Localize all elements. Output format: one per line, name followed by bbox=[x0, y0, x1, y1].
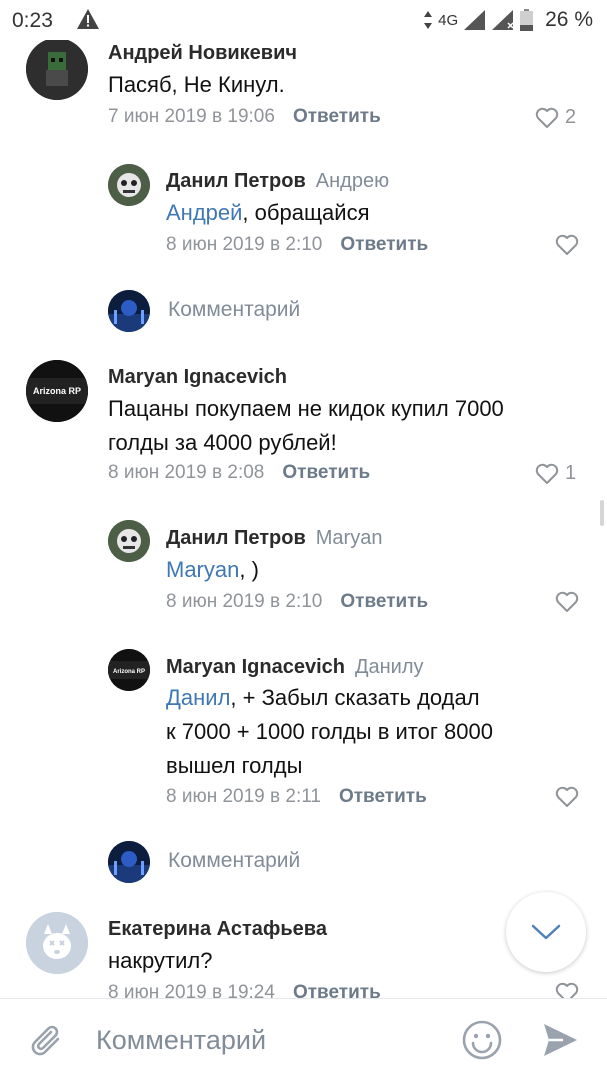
send-icon[interactable] bbox=[541, 1021, 579, 1064]
author-name[interactable]: Данил Петров bbox=[166, 170, 306, 192]
signal-icon bbox=[464, 10, 486, 30]
like-button[interactable]: 2 bbox=[535, 106, 576, 129]
chevron-down-icon bbox=[531, 924, 561, 940]
comment-text: Maryan, ) bbox=[166, 557, 259, 582]
scrollbar[interactable] bbox=[600, 500, 604, 526]
like-button[interactable] bbox=[555, 786, 579, 808]
comment-composer: Комментарий bbox=[0, 998, 607, 1081]
like-button[interactable] bbox=[555, 234, 579, 256]
emoji-icon[interactable] bbox=[461, 1019, 503, 1066]
comments-list[interactable]: Андрей Новикевич Пасяб, Не Кинул. 7 июн … bbox=[0, 40, 607, 998]
comment-meta: 8 июн 2019 в 2:10 Ответить bbox=[166, 591, 428, 613]
reply-to-label: Данилу bbox=[354, 656, 424, 678]
add-comment-link[interactable]: Комментарий bbox=[168, 298, 300, 322]
reply-button[interactable]: Ответить bbox=[340, 234, 428, 255]
data-arrows-icon bbox=[424, 11, 433, 29]
comment-meta: 8 июн 2019 в 2:08 Ответить bbox=[108, 462, 370, 484]
reply-button[interactable]: Ответить bbox=[293, 106, 381, 127]
reply-to-label: Андрею bbox=[315, 170, 390, 192]
comment-author[interactable]: Андрей Новикевич bbox=[108, 42, 297, 65]
battery-icon bbox=[520, 9, 534, 31]
comment-date: 8 июн 2019 в 2:10 bbox=[166, 234, 323, 255]
mention-link[interactable]: Maryan bbox=[166, 557, 239, 582]
comment-text: накрутил? bbox=[108, 948, 213, 973]
reply-button[interactable]: Ответить bbox=[293, 982, 381, 998]
avatar[interactable] bbox=[26, 40, 88, 100]
comment-meta: 8 июн 2019 в 19:24 Ответить bbox=[108, 982, 381, 998]
avatar[interactable] bbox=[108, 164, 150, 206]
network-type: 4G bbox=[438, 11, 459, 29]
like-count: 1 bbox=[565, 462, 577, 484]
heart-icon bbox=[535, 107, 559, 128]
comment-meta: 8 июн 2019 в 2:11 Ответить bbox=[166, 786, 427, 808]
svg-text:Arizona RP: Arizona RP bbox=[33, 386, 81, 396]
my-avatar bbox=[108, 841, 150, 883]
heart-icon bbox=[555, 591, 579, 612]
reply-button[interactable]: Ответить bbox=[339, 786, 427, 807]
attach-icon[interactable] bbox=[28, 1021, 66, 1066]
comment-date: 7 июн 2019 в 19:06 bbox=[108, 106, 275, 127]
scroll-down-button[interactable] bbox=[506, 892, 586, 972]
like-button[interactable]: 1 bbox=[535, 462, 576, 485]
comment-author[interactable]: Данил Петров Андрею bbox=[166, 170, 389, 193]
reply-button[interactable]: Ответить bbox=[282, 462, 370, 483]
heart-icon bbox=[535, 463, 559, 484]
my-avatar bbox=[108, 290, 150, 332]
avatar[interactable]: Arizona RP bbox=[26, 360, 88, 422]
like-count: 2 bbox=[565, 106, 577, 128]
comment-text: Данил, + Забыл сказать додал к 7000 + 10… bbox=[166, 685, 493, 778]
status-icons: 4G 26 % bbox=[424, 8, 593, 32]
signal-icon-2 bbox=[492, 10, 514, 30]
comment-author[interactable]: Maryan Ignacevich bbox=[108, 366, 287, 389]
comment-text: Андрей, обращайся bbox=[166, 200, 370, 225]
comment-author[interactable]: Maryan Ignacevich Данилу bbox=[166, 656, 424, 679]
comment-author[interactable]: Екатерина Астафьева bbox=[108, 918, 327, 941]
comment-date: 8 июн 2019 в 19:24 bbox=[108, 982, 275, 998]
warning-icon bbox=[76, 8, 100, 36]
mention-link[interactable]: Андрей bbox=[166, 200, 242, 225]
heart-icon bbox=[555, 234, 579, 255]
heart-icon bbox=[555, 982, 579, 998]
comment-meta: 7 июн 2019 в 19:06 Ответить bbox=[108, 106, 381, 128]
heart-icon bbox=[555, 786, 579, 807]
comment-date: 8 июн 2019 в 2:10 bbox=[166, 591, 323, 612]
avatar[interactable]: Arizona RP bbox=[108, 649, 150, 691]
comment-input[interactable]: Комментарий bbox=[96, 1025, 266, 1056]
comment-date: 8 июн 2019 в 2:11 bbox=[166, 786, 321, 807]
mention-link[interactable]: Данил bbox=[166, 685, 230, 710]
like-button[interactable] bbox=[555, 591, 579, 613]
status-time: 0:23 bbox=[12, 9, 53, 32]
comment-author[interactable]: Данил Петров Maryan bbox=[166, 527, 382, 550]
battery-percent: 26 % bbox=[545, 8, 593, 31]
comment-meta: 8 июн 2019 в 2:10 Ответить bbox=[166, 234, 428, 256]
author-name[interactable]: Данил Петров bbox=[166, 527, 306, 549]
reply-button[interactable]: Ответить bbox=[340, 591, 428, 612]
reply-to-label: Maryan bbox=[315, 527, 383, 549]
comment-text: Пасяб, Не Кинул. bbox=[108, 72, 285, 97]
avatar[interactable] bbox=[26, 912, 88, 974]
author-name[interactable]: Maryan Ignacevich bbox=[166, 656, 345, 678]
status-bar: 0:23 4G 26 % bbox=[0, 0, 607, 40]
comment-text: Пацаны покупаем не кидок купил 7000 голд… bbox=[108, 396, 504, 455]
add-comment-link[interactable]: Комментарий bbox=[168, 849, 300, 873]
avatar[interactable] bbox=[108, 520, 150, 562]
svg-text:Arizona RP: Arizona RP bbox=[113, 669, 145, 675]
like-button[interactable] bbox=[555, 982, 579, 998]
comment-date: 8 июн 2019 в 2:08 bbox=[108, 462, 265, 483]
